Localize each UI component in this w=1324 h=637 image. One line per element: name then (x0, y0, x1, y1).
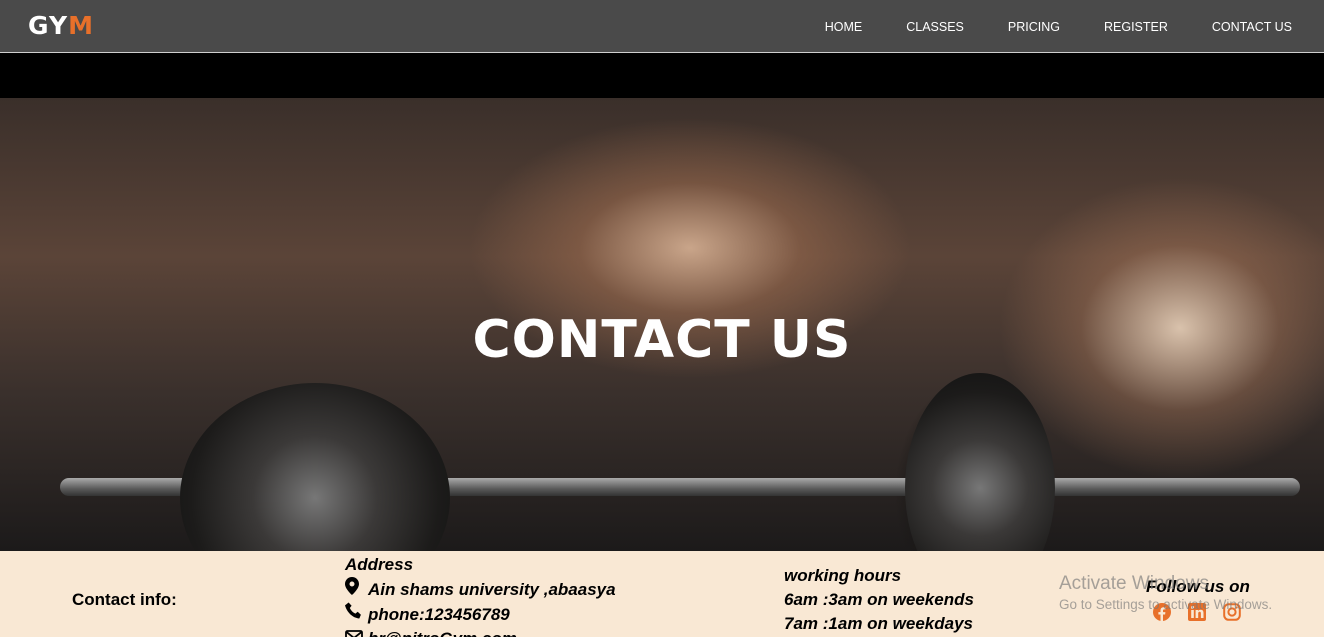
hours-heading: working hours (784, 566, 902, 585)
hero-title: CONTACT US (472, 310, 852, 370)
phone-text: phone:123456789 (368, 604, 510, 624)
address-heading: Address (345, 555, 414, 574)
facebook-icon[interactable] (1152, 602, 1172, 622)
hours-weekends: 6am :3am on weekends (784, 590, 974, 609)
nav-link-home[interactable]: HOME (825, 20, 863, 34)
nav-link-register[interactable]: REGISTER (1104, 20, 1168, 34)
barbell-plate-right-decor (905, 373, 1055, 551)
nav-link-pricing[interactable]: PRICING (1008, 20, 1060, 34)
hero-top-band (0, 54, 1324, 98)
logo-text-gy: GY (28, 11, 69, 40)
contact-info-label: Contact info: (72, 590, 177, 609)
instagram-icon[interactable] (1222, 602, 1242, 622)
phone-icon (345, 602, 363, 627)
hours-weekdays: 7am :1am on weekdays (784, 614, 973, 633)
linkedin-icon[interactable] (1187, 602, 1207, 622)
contact-info-section: Contact info: Address Ain shams universi… (0, 551, 1324, 637)
nav-links: HOME CLASSES PRICING REGISTER CONTACT US (781, 0, 1292, 53)
nav-link-classes[interactable]: CLASSES (906, 20, 964, 34)
envelope-icon (345, 627, 363, 637)
location-pin-icon (345, 577, 363, 602)
logo-text-m: M (68, 11, 94, 40)
top-navbar: GYM HOME CLASSES PRICING REGISTER CONTAC… (0, 0, 1324, 53)
barbell-plate-left-decor (180, 383, 450, 551)
address-block: Address Ain shams university ,abaasya ph… (345, 553, 616, 637)
nav-link-contact-us[interactable]: CONTACT US (1212, 20, 1292, 34)
phone-row: phone:123456789 (345, 602, 616, 627)
social-links (1152, 602, 1257, 622)
email-text[interactable]: hr@nitroGym.com (368, 627, 517, 637)
gym-logo[interactable]: GYM (28, 12, 94, 40)
hero-banner: CONTACT US (0, 98, 1324, 551)
address-row: Ain shams university ,abaasya (345, 577, 616, 602)
email-row: hr@nitroGym.com (345, 627, 616, 637)
address-text: Ain shams university ,abaasya (368, 579, 616, 599)
follow-us-label: Follow us on (1146, 577, 1250, 596)
working-hours-block: working hours 6am :3am on weekends 7am :… (784, 564, 974, 636)
